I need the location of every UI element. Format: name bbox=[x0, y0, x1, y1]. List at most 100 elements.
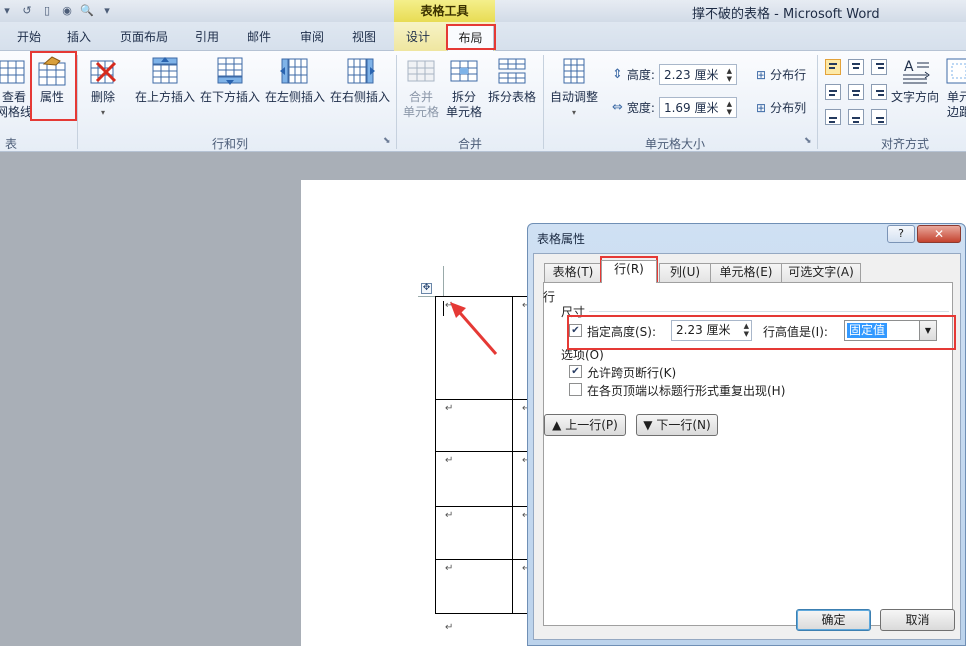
window-title: 撑不破的表格 - Microsoft Word bbox=[692, 7, 880, 22]
help-button[interactable]: ? bbox=[887, 225, 915, 243]
allow-row-break-label: 允许跨页断行(K) bbox=[587, 366, 677, 380]
rows-cols-group-label: 行和列 bbox=[211, 137, 248, 151]
cell-size-launcher-icon[interactable]: ⬊ bbox=[804, 136, 812, 146]
width-spinner-value: 1.69 厘米 bbox=[663, 101, 719, 115]
align-bottom-left-button[interactable] bbox=[825, 109, 841, 125]
text-direction-label: 文字方向 bbox=[891, 90, 940, 104]
distribute-cols-button[interactable]: ⊞ 分布列 bbox=[756, 99, 806, 116]
table-cell[interactable]: ↵ bbox=[435, 559, 513, 614]
next-row-button[interactable]: ▼ 下一行(N) bbox=[636, 414, 718, 436]
repeat-header-checkbox[interactable] bbox=[569, 383, 582, 396]
autofit-label: 自动调整 bbox=[550, 90, 599, 104]
new-document-icon[interactable]: ▯ bbox=[40, 3, 54, 17]
tab-design[interactable]: 设计 bbox=[406, 28, 430, 45]
insert-right-icon bbox=[347, 58, 375, 84]
tab-view[interactable]: 视图 bbox=[352, 28, 376, 45]
rows-cols-launcher-icon[interactable]: ⬊ bbox=[383, 136, 391, 146]
cell-margins-label-1: 单元 bbox=[946, 90, 966, 104]
spin-arrows-icon[interactable]: ▲ ▼ bbox=[727, 100, 732, 116]
distribute-rows-label: 分布行 bbox=[770, 68, 807, 82]
checkmark-icon: ✔ bbox=[571, 366, 580, 377]
dropdown-icon[interactable]: ▾ bbox=[0, 3, 14, 17]
table-cell[interactable]: ↵ bbox=[435, 506, 513, 560]
align-top-right-button[interactable] bbox=[871, 59, 887, 75]
customize-qat-icon[interactable]: ▾ bbox=[100, 3, 114, 17]
align-bottom-right-button[interactable] bbox=[871, 109, 887, 125]
height-label: 高度: bbox=[626, 68, 655, 82]
cell-margins-button[interactable]: 单元 边距 bbox=[943, 55, 966, 120]
tab-mailings[interactable]: 邮件 bbox=[247, 28, 271, 45]
tab-cell[interactable]: 单元格(E) bbox=[710, 263, 782, 282]
insert-above-button[interactable]: 在上方插入 bbox=[135, 55, 195, 105]
tab-row[interactable]: 行(R) bbox=[601, 260, 657, 283]
tab-insert[interactable]: 插入 bbox=[67, 28, 91, 45]
paragraph-mark: ↵ bbox=[445, 622, 454, 633]
view-gridlines-button[interactable]: 查看 网格线 bbox=[0, 55, 32, 120]
margin-guide-horizontal bbox=[418, 296, 436, 297]
align-middle-left-button[interactable] bbox=[825, 84, 841, 100]
title-bar: ▾ ↺ ▯ ◉ 🔍 ▾ 表格工具 撑不破的表格 - Microsoft Word bbox=[0, 0, 966, 22]
split-cells-button[interactable]: 拆分 单元格 bbox=[446, 55, 482, 120]
print-preview-icon[interactable]: 🔍 bbox=[80, 3, 94, 17]
insert-right-button[interactable]: 在右侧插入 bbox=[330, 55, 390, 105]
insert-left-button[interactable]: 在左侧插入 bbox=[265, 55, 325, 105]
insert-below-button[interactable]: 在下方插入 bbox=[200, 55, 260, 105]
align-top-left-button[interactable] bbox=[825, 59, 841, 75]
dialog-body: 表格(T) 行(R) 列(U) 单元格(E) 可选文字(A) 行 尺寸 ✔ 指定… bbox=[533, 253, 961, 640]
cell-margins-icon bbox=[946, 58, 966, 84]
merge-cells-button[interactable]: 合并 单元格 bbox=[403, 55, 439, 120]
text-direction-icon: A bbox=[903, 59, 930, 84]
allow-row-break-checkbox[interactable]: ✔ bbox=[569, 365, 582, 378]
tab-table[interactable]: 表格(T) bbox=[544, 263, 602, 282]
table-move-handle-icon[interactable]: ✥ bbox=[421, 283, 432, 294]
undo-icon[interactable]: ↺ bbox=[20, 3, 34, 17]
tab-alt-text[interactable]: 可选文字(A) bbox=[781, 263, 861, 282]
table-cell[interactable]: ↵ bbox=[435, 451, 513, 507]
table-cell[interactable]: ↵ bbox=[435, 399, 513, 452]
distribute-rows-icon: ⊞ bbox=[756, 67, 767, 82]
autofit-button[interactable]: 自动调整 ▾ bbox=[550, 55, 598, 120]
tab-references[interactable]: 引用 bbox=[195, 28, 219, 45]
previous-row-button[interactable]: ▲ 上一行(P) bbox=[544, 414, 626, 436]
tab-review[interactable]: 审阅 bbox=[300, 28, 324, 45]
tab-column[interactable]: 列(U) bbox=[659, 263, 711, 282]
align-top-center-button[interactable] bbox=[848, 59, 864, 75]
insert-left-icon bbox=[280, 58, 308, 84]
delete-button[interactable]: 删除 ▾ bbox=[87, 55, 119, 120]
text-direction-button[interactable]: A 文字方向 bbox=[891, 55, 939, 105]
width-label: 宽度: bbox=[626, 101, 655, 115]
align-middle-right-button[interactable] bbox=[871, 84, 887, 100]
tab-page-layout[interactable]: 页面布局 bbox=[120, 28, 168, 45]
open-icon[interactable]: ◉ bbox=[60, 3, 74, 17]
tab-home[interactable]: 开始 bbox=[17, 28, 41, 45]
insert-right-label: 在右侧插入 bbox=[330, 90, 391, 104]
split-table-label: 拆分表格 bbox=[488, 90, 537, 104]
close-icon: ✕ bbox=[933, 227, 945, 241]
margin-guide-vertical bbox=[443, 266, 444, 296]
table-row: ↵ ↵ bbox=[435, 399, 533, 452]
close-button[interactable]: ✕ bbox=[917, 225, 961, 243]
insert-left-label: 在左侧插入 bbox=[265, 90, 326, 104]
merge-group-label: 合并 bbox=[457, 137, 482, 151]
dropdown-arrow-icon: ▾ bbox=[100, 108, 105, 117]
align-middle-center-button[interactable] bbox=[848, 84, 864, 100]
column-width-control: ⇔ 宽度: 1.69 厘米 ▲ ▼ bbox=[612, 97, 737, 118]
split-cells-icon bbox=[450, 60, 478, 82]
cancel-button[interactable]: 取消 bbox=[880, 609, 955, 631]
distribute-rows-button[interactable]: ⊞ 分布行 bbox=[756, 66, 806, 83]
group-separator bbox=[817, 55, 818, 149]
next-row-label: 下一行(N) bbox=[656, 418, 711, 432]
table-tools-context-title: 表格工具 bbox=[394, 0, 495, 22]
width-spinner[interactable]: 1.69 厘米 ▲ ▼ bbox=[658, 97, 737, 118]
spin-arrows-icon[interactable]: ▲ ▼ bbox=[727, 67, 732, 83]
align-bottom-center-button[interactable] bbox=[848, 109, 864, 125]
height-spinner[interactable]: 2.23 厘米 ▲ ▼ bbox=[658, 64, 737, 85]
section-row-label: 行 bbox=[543, 290, 556, 304]
ok-button[interactable]: 确定 bbox=[796, 609, 871, 631]
merge-cells-label-2: 单元格 bbox=[403, 105, 440, 119]
quick-access-toolbar: ▾ ↺ ▯ ◉ 🔍 ▾ bbox=[0, 3, 114, 17]
highlight-properties-button bbox=[30, 51, 77, 121]
down-arrow-icon: ▼ bbox=[643, 418, 653, 432]
split-table-icon bbox=[498, 58, 526, 84]
split-table-button[interactable]: 拆分表格 bbox=[488, 55, 536, 105]
